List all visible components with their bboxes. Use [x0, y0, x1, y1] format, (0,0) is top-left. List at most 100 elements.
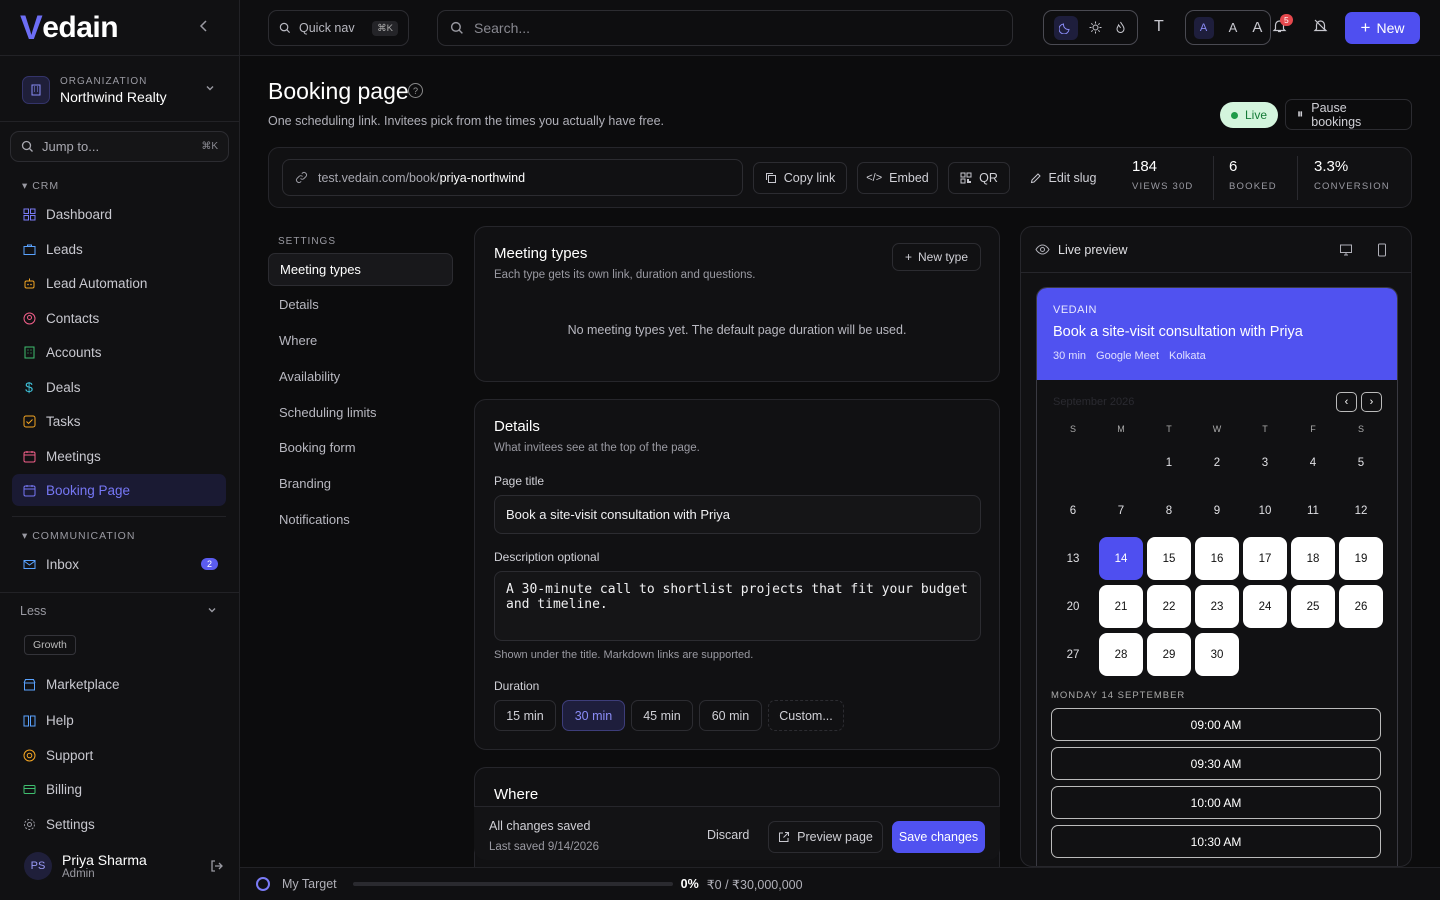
org-name: Northwind Realty — [60, 88, 167, 105]
mobile-icon[interactable] — [1375, 243, 1389, 257]
flame-icon[interactable] — [1114, 21, 1127, 34]
desktop-icon[interactable] — [1339, 243, 1353, 257]
calendar-day[interactable]: 24 — [1243, 585, 1287, 628]
preview-org: VEDAIN — [1053, 304, 1097, 316]
duration-30[interactable]: 30 min — [562, 700, 625, 731]
sidebar-item-billing[interactable]: Billing — [12, 773, 226, 805]
vedain-logo[interactable]: Vedain — [20, 6, 119, 50]
pause-bookings-button[interactable]: ⏸ Pause bookings — [1285, 99, 1412, 130]
global-search-input[interactable]: Search... — [437, 10, 1013, 46]
avatar: PS — [24, 852, 52, 880]
calendar-day[interactable]: 14 — [1099, 537, 1143, 580]
sidebar-item-inbox[interactable]: Inbox 2 — [12, 548, 226, 580]
sidebar-item-marketplace[interactable]: Marketplace — [12, 668, 226, 700]
bell-off-icon[interactable] — [1313, 18, 1328, 33]
sidebar-item-support[interactable]: Support — [12, 739, 226, 771]
where-title: Where — [494, 786, 539, 803]
duration-45[interactable]: 45 min — [631, 700, 693, 731]
font-setting-button[interactable]: T — [1154, 18, 1164, 36]
discard-button[interactable]: Discard — [707, 828, 749, 842]
settings-nav-notifications[interactable]: Notifications — [268, 503, 453, 536]
growth-tag: Growth — [24, 635, 76, 655]
sidebar-item-lead-automation[interactable]: Lead Automation — [12, 267, 226, 299]
duration-custom[interactable]: Custom... — [768, 700, 844, 731]
sidebar-item-tasks[interactable]: Tasks — [12, 405, 226, 437]
sun-icon[interactable] — [1089, 21, 1102, 34]
time-slot-button[interactable]: 10:30 AM — [1051, 825, 1381, 858]
qr-button[interactable]: QR — [948, 162, 1010, 194]
calendar-day[interactable]: 18 — [1291, 537, 1335, 580]
page-title-input[interactable] — [494, 495, 981, 534]
copy-link-button[interactable]: Copy link — [753, 162, 847, 194]
text-size-medium[interactable]: A — [1229, 20, 1238, 35]
chevron-down-icon — [206, 604, 218, 618]
new-button[interactable]: + New — [1345, 12, 1420, 44]
settings-nav-where[interactable]: Where — [268, 324, 453, 357]
time-slot-button[interactable]: 09:30 AM — [1051, 747, 1381, 780]
edit-slug-button[interactable]: Edit slug — [1021, 162, 1105, 194]
calendar-day: 8 — [1165, 504, 1173, 517]
weekday-header: S — [1069, 424, 1076, 434]
sidebar-item-contacts[interactable]: Contacts — [12, 302, 226, 334]
time-slot-button[interactable]: 10:00 AM — [1051, 786, 1381, 819]
settings-nav-meeting-types[interactable]: Meeting types — [268, 253, 453, 286]
calendar-day[interactable]: 22 — [1147, 585, 1191, 628]
calendar-day: 9 — [1213, 504, 1221, 517]
calendar-day[interactable]: 19 — [1339, 537, 1383, 580]
briefcase-icon — [22, 242, 36, 256]
jump-to-input[interactable]: Jump to... ⌘K — [10, 131, 229, 162]
next-month-button[interactable]: › — [1361, 392, 1382, 412]
sidebar-item-leads[interactable]: Leads — [12, 233, 226, 265]
communication-section-label[interactable]: ▾ COMMUNICATION — [22, 530, 135, 542]
settings-nav-details[interactable]: Details — [268, 288, 453, 321]
sidebar-item-deals[interactable]: $ Deals — [12, 371, 226, 403]
sidebar-item-dashboard[interactable]: Dashboard — [12, 198, 226, 230]
sidebar-item-settings[interactable]: Settings — [12, 808, 226, 840]
collapse-sidebar-icon[interactable] — [196, 18, 212, 34]
moon-icon[interactable] — [1053, 15, 1078, 40]
calendar-day[interactable]: 29 — [1147, 633, 1191, 676]
calendar-day[interactable]: 21 — [1099, 585, 1143, 628]
sidebar-item-meetings[interactable]: Meetings — [12, 440, 226, 472]
calendar-day[interactable]: 23 — [1195, 585, 1239, 628]
preview-page-button[interactable]: Preview page — [768, 821, 883, 853]
org-switcher[interactable]: ORGANIZATION Northwind Realty — [10, 66, 230, 114]
settings-nav-scheduling-limits[interactable]: Scheduling limits — [268, 396, 453, 429]
help-icon[interactable]: ? — [408, 83, 423, 98]
meeting-types-card: Meeting types Each type gets its own lin… — [474, 226, 1000, 382]
sidebar-item-booking-page[interactable]: Booking Page — [12, 474, 226, 506]
booking-url-field[interactable]: test.vedain.com/book/priya-northwind — [282, 159, 743, 196]
user-profile[interactable]: PS Priya Sharma Admin — [24, 852, 224, 880]
sidebar-item-accounts[interactable]: Accounts — [12, 336, 226, 368]
text-size-large[interactable]: A — [1252, 19, 1262, 36]
calendar-day[interactable]: 25 — [1291, 585, 1335, 628]
embed-button[interactable]: </> Embed — [857, 162, 938, 194]
weekday-header: T — [1166, 424, 1172, 434]
calendar-check-icon — [22, 483, 36, 497]
calendar-day: 2 — [1213, 456, 1221, 469]
less-toggle[interactable]: Less — [20, 604, 218, 618]
calendar-day[interactable]: 17 — [1243, 537, 1287, 580]
calendar-day[interactable]: 30 — [1195, 633, 1239, 676]
calendar-day[interactable]: 26 — [1339, 585, 1383, 628]
target-label: My Target — [282, 877, 337, 891]
new-type-button[interactable]: + New type — [892, 243, 981, 271]
logout-icon[interactable] — [210, 859, 224, 873]
description-textarea[interactable] — [494, 571, 981, 641]
calendar-day[interactable]: 28 — [1099, 633, 1143, 676]
booking-preview-card: VEDAIN Book a site-visit consultation wi… — [1036, 287, 1398, 866]
settings-nav-branding[interactable]: Branding — [268, 467, 453, 500]
time-slot-button[interactable]: 09:00 AM — [1051, 708, 1381, 741]
duration-15[interactable]: 15 min — [494, 700, 556, 731]
quick-nav-button[interactable]: Quick nav ⌘K — [268, 10, 409, 46]
calendar-day[interactable]: 15 — [1147, 537, 1191, 580]
crm-section-label[interactable]: ▾ CRM — [22, 180, 59, 192]
settings-nav-booking-form[interactable]: Booking form — [268, 431, 453, 464]
calendar-day[interactable]: 16 — [1195, 537, 1239, 580]
duration-60[interactable]: 60 min — [699, 700, 762, 731]
text-size-small[interactable]: A — [1193, 16, 1214, 39]
prev-month-button[interactable]: ‹ — [1336, 392, 1357, 412]
settings-nav-availability[interactable]: Availability — [268, 360, 453, 393]
sidebar-item-help[interactable]: Help — [12, 704, 226, 736]
save-changes-button[interactable]: Save changes — [892, 821, 985, 853]
